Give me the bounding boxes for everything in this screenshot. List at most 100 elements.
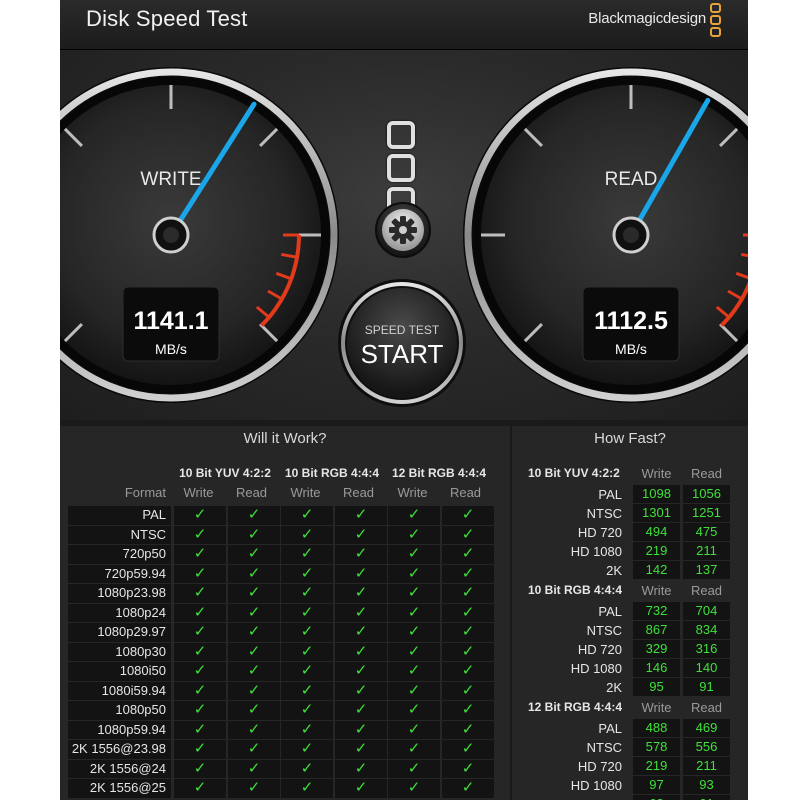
- checkmark-icon: ✓: [174, 603, 226, 622]
- checkmark-icon: ✓: [228, 642, 280, 661]
- speed-unit: MB/s: [155, 341, 187, 357]
- write-subheader: Write: [641, 466, 672, 481]
- table-row: PAL 488 469: [512, 719, 748, 738]
- table-row: 2K 1556@23.98 ✓ ✓ ✓ ✓ ✓ ✓: [68, 740, 496, 760]
- checkmark-icon: ✓: [281, 525, 333, 544]
- gauges-graphics: WRITE 1141.1 MB/s READ 1112.5 MB/s SPEED TES…: [60, 67, 748, 407]
- checkmark-icon: ✓: [335, 740, 387, 759]
- format-label: PAL: [68, 506, 171, 525]
- table-row: 2K 6361: [512, 795, 748, 800]
- checkmark-icon: ✓: [442, 701, 494, 720]
- table-row: PAL 732 704: [512, 602, 748, 621]
- checkmark-icon: ✓: [442, 759, 494, 778]
- checkmark-icon: ✓: [174, 525, 226, 544]
- checkmark-icon: ✓: [442, 720, 494, 739]
- start-button-label: START: [361, 339, 444, 369]
- checkmark-icon: ✓: [228, 623, 280, 642]
- write-fps-value: 1301: [633, 504, 680, 522]
- checkmark-icon: ✓: [388, 759, 440, 778]
- checkmark-icon: ✓: [174, 779, 226, 798]
- write-fps-value: 142: [633, 561, 680, 579]
- checkmark-icon: ✓: [388, 545, 440, 564]
- checkmark-icon: ✓: [228, 701, 280, 720]
- format-label: NTSC: [68, 525, 171, 544]
- checkmark-icon: ✓: [335, 720, 387, 739]
- checkmark-icon: ✓: [281, 545, 333, 564]
- checkmark-icon: ✓: [281, 584, 333, 603]
- checkmark-icon: ✓: [228, 779, 280, 798]
- write-fps-value: 329: [633, 640, 680, 658]
- format-label: NTSC: [586, 506, 622, 521]
- format-label: 2K 1556@25: [68, 779, 171, 798]
- format-label: 2K: [512, 795, 622, 800]
- checkmark-icon: ✓: [281, 779, 333, 798]
- table-row: 1080p30 ✓ ✓ ✓ ✓ ✓ ✓: [68, 642, 496, 663]
- checkmark-icon: ✓: [281, 701, 333, 720]
- read-fps-value: 211: [683, 757, 730, 775]
- table-row: NTSC 578 556: [512, 738, 748, 757]
- table-row: NTSC 1301 1251: [512, 504, 748, 523]
- format-label: 720p50: [68, 545, 171, 564]
- read-fps-value: 704: [683, 602, 730, 620]
- checkmark-icon: ✓: [228, 662, 280, 681]
- read-subheader: Read: [449, 485, 482, 500]
- format-label: PAL: [598, 487, 622, 502]
- checkmark-icon: ✓: [228, 584, 280, 603]
- format-label: 2K 1556@24: [68, 759, 171, 778]
- checkmark-icon: ✓: [174, 720, 226, 739]
- checkmark-icon: ✓: [281, 642, 333, 661]
- write-subheader: Write: [290, 485, 321, 500]
- checkmark-icon: ✓: [335, 564, 387, 583]
- start-button-caption: SPEED TEST: [365, 323, 440, 337]
- settings-button[interactable]: [375, 202, 431, 258]
- read-fps-value: 316: [683, 640, 730, 658]
- checkmark-icon: ✓: [388, 506, 440, 525]
- checkmark-icon: ✓: [335, 506, 387, 525]
- format-label: HD 1080: [570, 661, 622, 676]
- table-row: PAL ✓ ✓ ✓ ✓ ✓ ✓: [68, 506, 496, 526]
- format-label: 1080p24: [68, 603, 171, 622]
- checkmark-icon: ✓: [174, 681, 226, 700]
- format-label: 1080p29.97: [68, 623, 171, 642]
- format-label: 1080p30: [68, 642, 171, 661]
- checkmark-icon: ✓: [335, 603, 387, 622]
- table-row: 1080p50 ✓ ✓ ✓ ✓ ✓ ✓: [68, 701, 496, 721]
- table-row: PAL 1098 1056: [512, 485, 748, 504]
- speed-unit: MB/s: [615, 341, 647, 357]
- checkmark-icon: ✓: [388, 740, 440, 759]
- checkmark-icon: ✓: [442, 740, 494, 759]
- read-fps-value: 1251: [683, 504, 730, 522]
- gauge-label: WRITE: [140, 169, 201, 190]
- group-header-yuv422: 10 Bit YUV 4:2:2: [179, 466, 271, 480]
- table-row: 1080i50 ✓ ✓ ✓ ✓ ✓ ✓: [68, 662, 496, 682]
- checkmark-icon: ✓: [228, 564, 280, 583]
- start-button[interactable]: SPEED TEST START: [338, 279, 466, 407]
- checkmark-icon: ✓: [228, 525, 280, 544]
- format-label: 1080p23.98: [68, 584, 171, 603]
- table-row: HD 720 219 211: [512, 757, 748, 776]
- checkmark-icon: ✓: [174, 623, 226, 642]
- how-fast-panel: How Fast? 10 Bit YUV 4:2:2 Write Read PAL 10…: [512, 426, 748, 800]
- checkmark-icon: ✓: [335, 525, 387, 544]
- read-subheader: Read: [342, 485, 375, 500]
- read-fps-value: 556: [683, 738, 730, 756]
- format-label: 2K: [606, 680, 622, 695]
- write-subheader: Write: [641, 700, 672, 715]
- format-column-header: Format: [124, 485, 166, 500]
- gauge-label: READ: [605, 169, 658, 190]
- app-window: Disk Speed Test Blackmagicdesign WRITE 1…: [60, 0, 748, 800]
- table-row: 1080p29.97 ✓ ✓ ✓ ✓ ✓ ✓: [68, 623, 496, 643]
- checkmark-icon: ✓: [281, 506, 333, 525]
- checkmark-icon: ✓: [335, 662, 387, 681]
- checkmark-icon: ✓: [174, 564, 226, 583]
- checkmark-icon: ✓: [281, 720, 333, 739]
- checkmark-icon: ✓: [442, 779, 494, 798]
- checkmark-icon: ✓: [335, 701, 387, 720]
- read-fps-value: 137: [683, 561, 730, 579]
- checkmark-icon: ✓: [281, 564, 333, 583]
- checkmark-icon: ✓: [228, 759, 280, 778]
- format-label: HD 1080: [570, 544, 622, 559]
- format-label: NTSC: [586, 623, 622, 638]
- read-fps-value: 140: [683, 659, 730, 677]
- checkmark-icon: ✓: [388, 779, 440, 798]
